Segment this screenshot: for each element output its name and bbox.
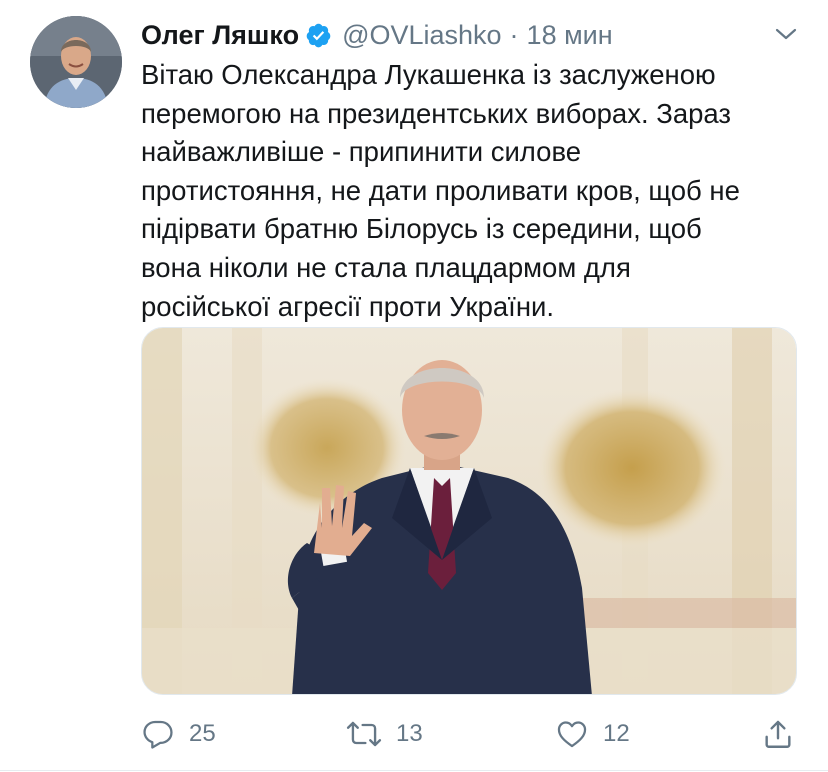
tweet-actions: 25 13 12 bbox=[141, 712, 801, 756]
heart-icon bbox=[555, 717, 589, 751]
share-button[interactable] bbox=[761, 712, 795, 756]
tweet-text-line: перемогою на президентських виборах. Зар… bbox=[141, 97, 732, 129]
tweet-text-line: вона ніколи не стала плацдармом для bbox=[141, 251, 631, 283]
tweet-text: Вітаю Олександра Лукашенка із заслуженою… bbox=[141, 56, 801, 326]
header-separator: · bbox=[509, 19, 519, 50]
chevron-down-icon[interactable] bbox=[774, 24, 798, 44]
tweet-text-line: найважливіше - припинити силове bbox=[141, 136, 582, 168]
reply-icon bbox=[141, 717, 175, 751]
tweet: Олег Ляшко @OVLiashko · 18 мин Вітаю Оле… bbox=[0, 0, 828, 772]
author-handle[interactable]: @OVLiashko bbox=[342, 20, 501, 51]
author-name[interactable]: Олег Ляшко bbox=[141, 20, 299, 51]
tweet-text-line: Вітаю Олександра Лукашенка із заслуженою bbox=[141, 59, 716, 90]
retweet-icon bbox=[346, 717, 382, 751]
tweet-header: Олег Ляшко @OVLiashko · 18 мин bbox=[141, 18, 613, 52]
tweet-media-photo[interactable] bbox=[141, 327, 797, 695]
reply-count: 25 bbox=[189, 720, 216, 747]
like-count: 12 bbox=[603, 720, 630, 747]
retweet-button[interactable]: 13 bbox=[346, 712, 423, 756]
tweet-text-line: протистояння, не дати проливати кров, що… bbox=[141, 174, 740, 206]
tweet-text-line: російської агресії проти України. bbox=[141, 290, 555, 322]
verified-badge-icon bbox=[305, 22, 332, 49]
tweet-timestamp[interactable]: 18 мин bbox=[527, 20, 613, 51]
share-icon bbox=[761, 717, 795, 751]
tweet-text-line: підірвати братню Білорусь із середини, щ… bbox=[141, 213, 702, 245]
retweet-count: 13 bbox=[396, 720, 423, 747]
reply-button[interactable]: 25 bbox=[141, 712, 216, 756]
avatar[interactable] bbox=[30, 16, 122, 108]
bottom-divider bbox=[0, 770, 828, 771]
like-button[interactable]: 12 bbox=[555, 712, 630, 756]
